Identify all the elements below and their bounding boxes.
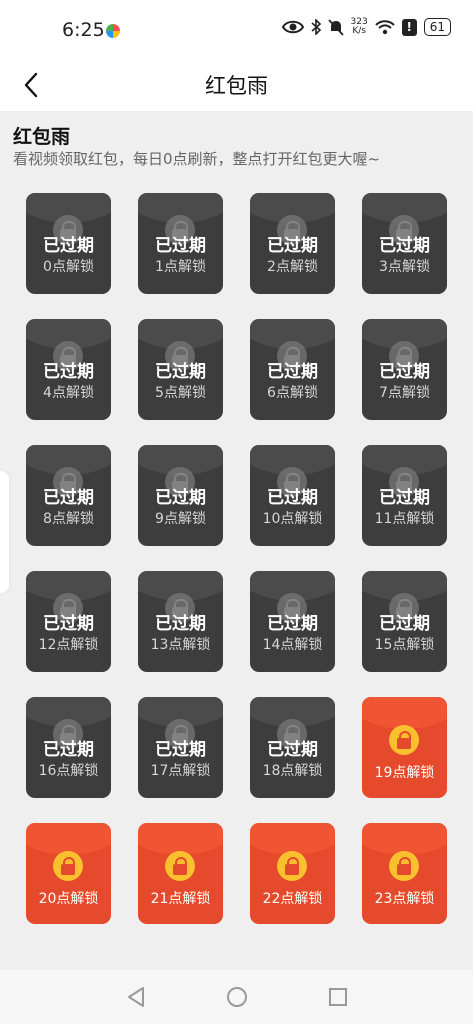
red-packet-card[interactable]: 已过期12点解锁 bbox=[26, 571, 111, 672]
alert-icon: ! bbox=[402, 19, 417, 36]
status-time: 6:25 bbox=[62, 19, 105, 41]
red-packet-card[interactable]: 已过期5点解锁 bbox=[138, 319, 223, 420]
card-status-label: 已过期 bbox=[138, 735, 223, 760]
red-packet-card[interactable]: 已过期6点解锁 bbox=[250, 319, 335, 420]
card-unlock-time: 18点解锁 bbox=[250, 760, 335, 780]
card-unlock-time: 7点解锁 bbox=[362, 382, 447, 402]
card-unlock-time: 9点解锁 bbox=[138, 508, 223, 528]
net-speed-unit: K/s bbox=[351, 27, 368, 36]
red-packet-card[interactable]: 已过期3点解锁 bbox=[362, 193, 447, 294]
app-color-icon bbox=[106, 24, 120, 38]
lock-icon bbox=[389, 725, 419, 755]
back-triangle-icon[interactable] bbox=[125, 986, 147, 1008]
main-content: 红包雨 看视频领取红包，每日0点刷新，整点打开红包更大喔~ 已过期0点解锁已过期… bbox=[0, 111, 473, 970]
card-unlock-time: 20点解锁 bbox=[26, 888, 111, 908]
red-packet-card[interactable]: 已过期0点解锁 bbox=[26, 193, 111, 294]
card-unlock-time: 22点解锁 bbox=[250, 888, 335, 908]
card-status-label: 已过期 bbox=[250, 609, 335, 634]
status-bar: 6:25 323 K/s ! 61 bbox=[0, 0, 473, 58]
red-packet-card[interactable]: 23点解锁 bbox=[362, 823, 447, 924]
card-unlock-time: 15点解锁 bbox=[362, 634, 447, 654]
card-status-label: 已过期 bbox=[26, 357, 111, 382]
lock-icon bbox=[165, 851, 195, 881]
card-unlock-time: 19点解锁 bbox=[362, 762, 447, 782]
red-packet-card[interactable]: 已过期2点解锁 bbox=[250, 193, 335, 294]
red-packet-card[interactable]: 21点解锁 bbox=[138, 823, 223, 924]
home-circle-icon[interactable] bbox=[226, 986, 248, 1008]
card-unlock-time: 2点解锁 bbox=[250, 256, 335, 276]
card-unlock-time: 6点解锁 bbox=[250, 382, 335, 402]
red-packet-card[interactable]: 已过期16点解锁 bbox=[26, 697, 111, 798]
card-status-label: 已过期 bbox=[250, 735, 335, 760]
status-icons: 323 K/s ! 61 bbox=[282, 18, 451, 36]
lock-icon bbox=[53, 851, 83, 881]
card-status-label: 已过期 bbox=[26, 231, 111, 256]
card-unlock-time: 1点解锁 bbox=[138, 256, 223, 276]
mute-icon bbox=[328, 19, 344, 36]
red-packet-card[interactable]: 已过期8点解锁 bbox=[26, 445, 111, 546]
system-nav-bar bbox=[0, 970, 473, 1024]
card-unlock-time: 12点解锁 bbox=[26, 634, 111, 654]
card-unlock-time: 11点解锁 bbox=[362, 508, 447, 528]
card-status-label: 已过期 bbox=[250, 483, 335, 508]
red-packet-card[interactable]: 已过期4点解锁 bbox=[26, 319, 111, 420]
section-title: 红包雨 bbox=[13, 122, 70, 149]
red-packet-card[interactable]: 已过期15点解锁 bbox=[362, 571, 447, 672]
card-unlock-time: 10点解锁 bbox=[250, 508, 335, 528]
red-packet-card[interactable]: 已过期10点解锁 bbox=[250, 445, 335, 546]
card-unlock-time: 14点解锁 bbox=[250, 634, 335, 654]
red-packet-card[interactable]: 19点解锁 bbox=[362, 697, 447, 798]
section-subtitle: 看视频领取红包，每日0点刷新，整点打开红包更大喔~ bbox=[13, 148, 380, 169]
card-unlock-time: 0点解锁 bbox=[26, 256, 111, 276]
red-packet-card[interactable]: 已过期14点解锁 bbox=[250, 571, 335, 672]
red-packet-card[interactable]: 已过期7点解锁 bbox=[362, 319, 447, 420]
app-header: 红包雨 bbox=[0, 58, 473, 111]
card-status-label: 已过期 bbox=[250, 357, 335, 382]
card-status-label: 已过期 bbox=[362, 231, 447, 256]
page-title: 红包雨 bbox=[0, 70, 473, 100]
red-packet-card[interactable]: 已过期1点解锁 bbox=[138, 193, 223, 294]
red-packet-card[interactable]: 已过期18点解锁 bbox=[250, 697, 335, 798]
card-unlock-time: 13点解锁 bbox=[138, 634, 223, 654]
card-status-label: 已过期 bbox=[26, 483, 111, 508]
card-unlock-time: 5点解锁 bbox=[138, 382, 223, 402]
side-drawer-handle[interactable] bbox=[0, 471, 9, 593]
card-status-label: 已过期 bbox=[26, 735, 111, 760]
card-status-label: 已过期 bbox=[362, 609, 447, 634]
battery-icon: 61 bbox=[424, 18, 451, 36]
card-status-label: 已过期 bbox=[138, 357, 223, 382]
lock-icon bbox=[389, 851, 419, 881]
card-status-label: 已过期 bbox=[362, 483, 447, 508]
card-unlock-time: 23点解锁 bbox=[362, 888, 447, 908]
card-status-label: 已过期 bbox=[138, 609, 223, 634]
red-packet-card[interactable]: 已过期9点解锁 bbox=[138, 445, 223, 546]
card-status-label: 已过期 bbox=[362, 357, 447, 382]
card-unlock-time: 16点解锁 bbox=[26, 760, 111, 780]
card-status-label: 已过期 bbox=[26, 609, 111, 634]
card-unlock-time: 4点解锁 bbox=[26, 382, 111, 402]
card-status-label: 已过期 bbox=[138, 231, 223, 256]
recents-square-icon[interactable] bbox=[327, 986, 349, 1008]
net-speed: 323 K/s bbox=[351, 18, 368, 36]
lock-icon bbox=[277, 851, 307, 881]
eye-icon bbox=[282, 19, 304, 35]
red-packet-card[interactable]: 已过期11点解锁 bbox=[362, 445, 447, 546]
card-unlock-time: 8点解锁 bbox=[26, 508, 111, 528]
battery-level: 61 bbox=[430, 20, 445, 34]
red-packet-card[interactable]: 已过期17点解锁 bbox=[138, 697, 223, 798]
red-packet-card[interactable]: 22点解锁 bbox=[250, 823, 335, 924]
card-unlock-time: 21点解锁 bbox=[138, 888, 223, 908]
bluetooth-icon bbox=[311, 19, 321, 35]
red-packet-card[interactable]: 已过期13点解锁 bbox=[138, 571, 223, 672]
card-status-label: 已过期 bbox=[250, 231, 335, 256]
card-status-label: 已过期 bbox=[138, 483, 223, 508]
card-unlock-time: 17点解锁 bbox=[138, 760, 223, 780]
wifi-icon bbox=[375, 20, 395, 35]
card-unlock-time: 3点解锁 bbox=[362, 256, 447, 276]
red-packet-card[interactable]: 20点解锁 bbox=[26, 823, 111, 924]
